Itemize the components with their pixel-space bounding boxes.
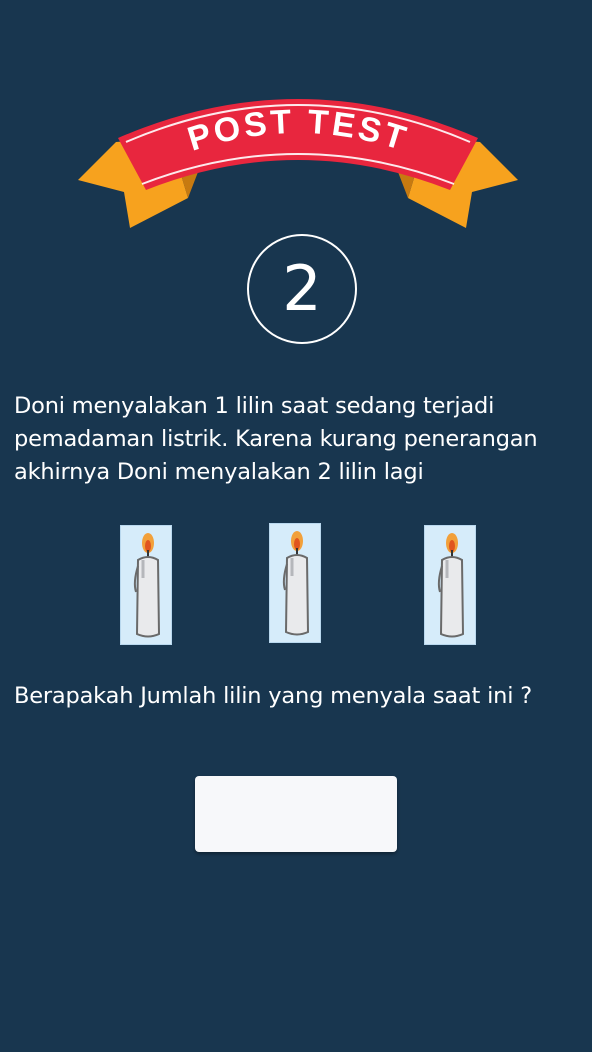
candle-icon <box>282 531 310 636</box>
answer-input[interactable] <box>195 776 397 852</box>
question-number: 2 <box>282 252 322 325</box>
candle-image-2 <box>269 523 321 643</box>
candle-image-3 <box>424 525 476 645</box>
candle-icon <box>437 533 465 638</box>
post-test-banner: POST TEST <box>78 99 518 228</box>
question-number-badge: 2 <box>247 234 357 344</box>
candle-icon <box>133 533 161 638</box>
question-text: Doni menyalakan 1 lilin saat sedang terj… <box>14 393 538 485</box>
candle-image-1 <box>120 525 172 645</box>
question-prompt: Berapakah Jumlah lilin yang menyala saat… <box>14 683 532 709</box>
